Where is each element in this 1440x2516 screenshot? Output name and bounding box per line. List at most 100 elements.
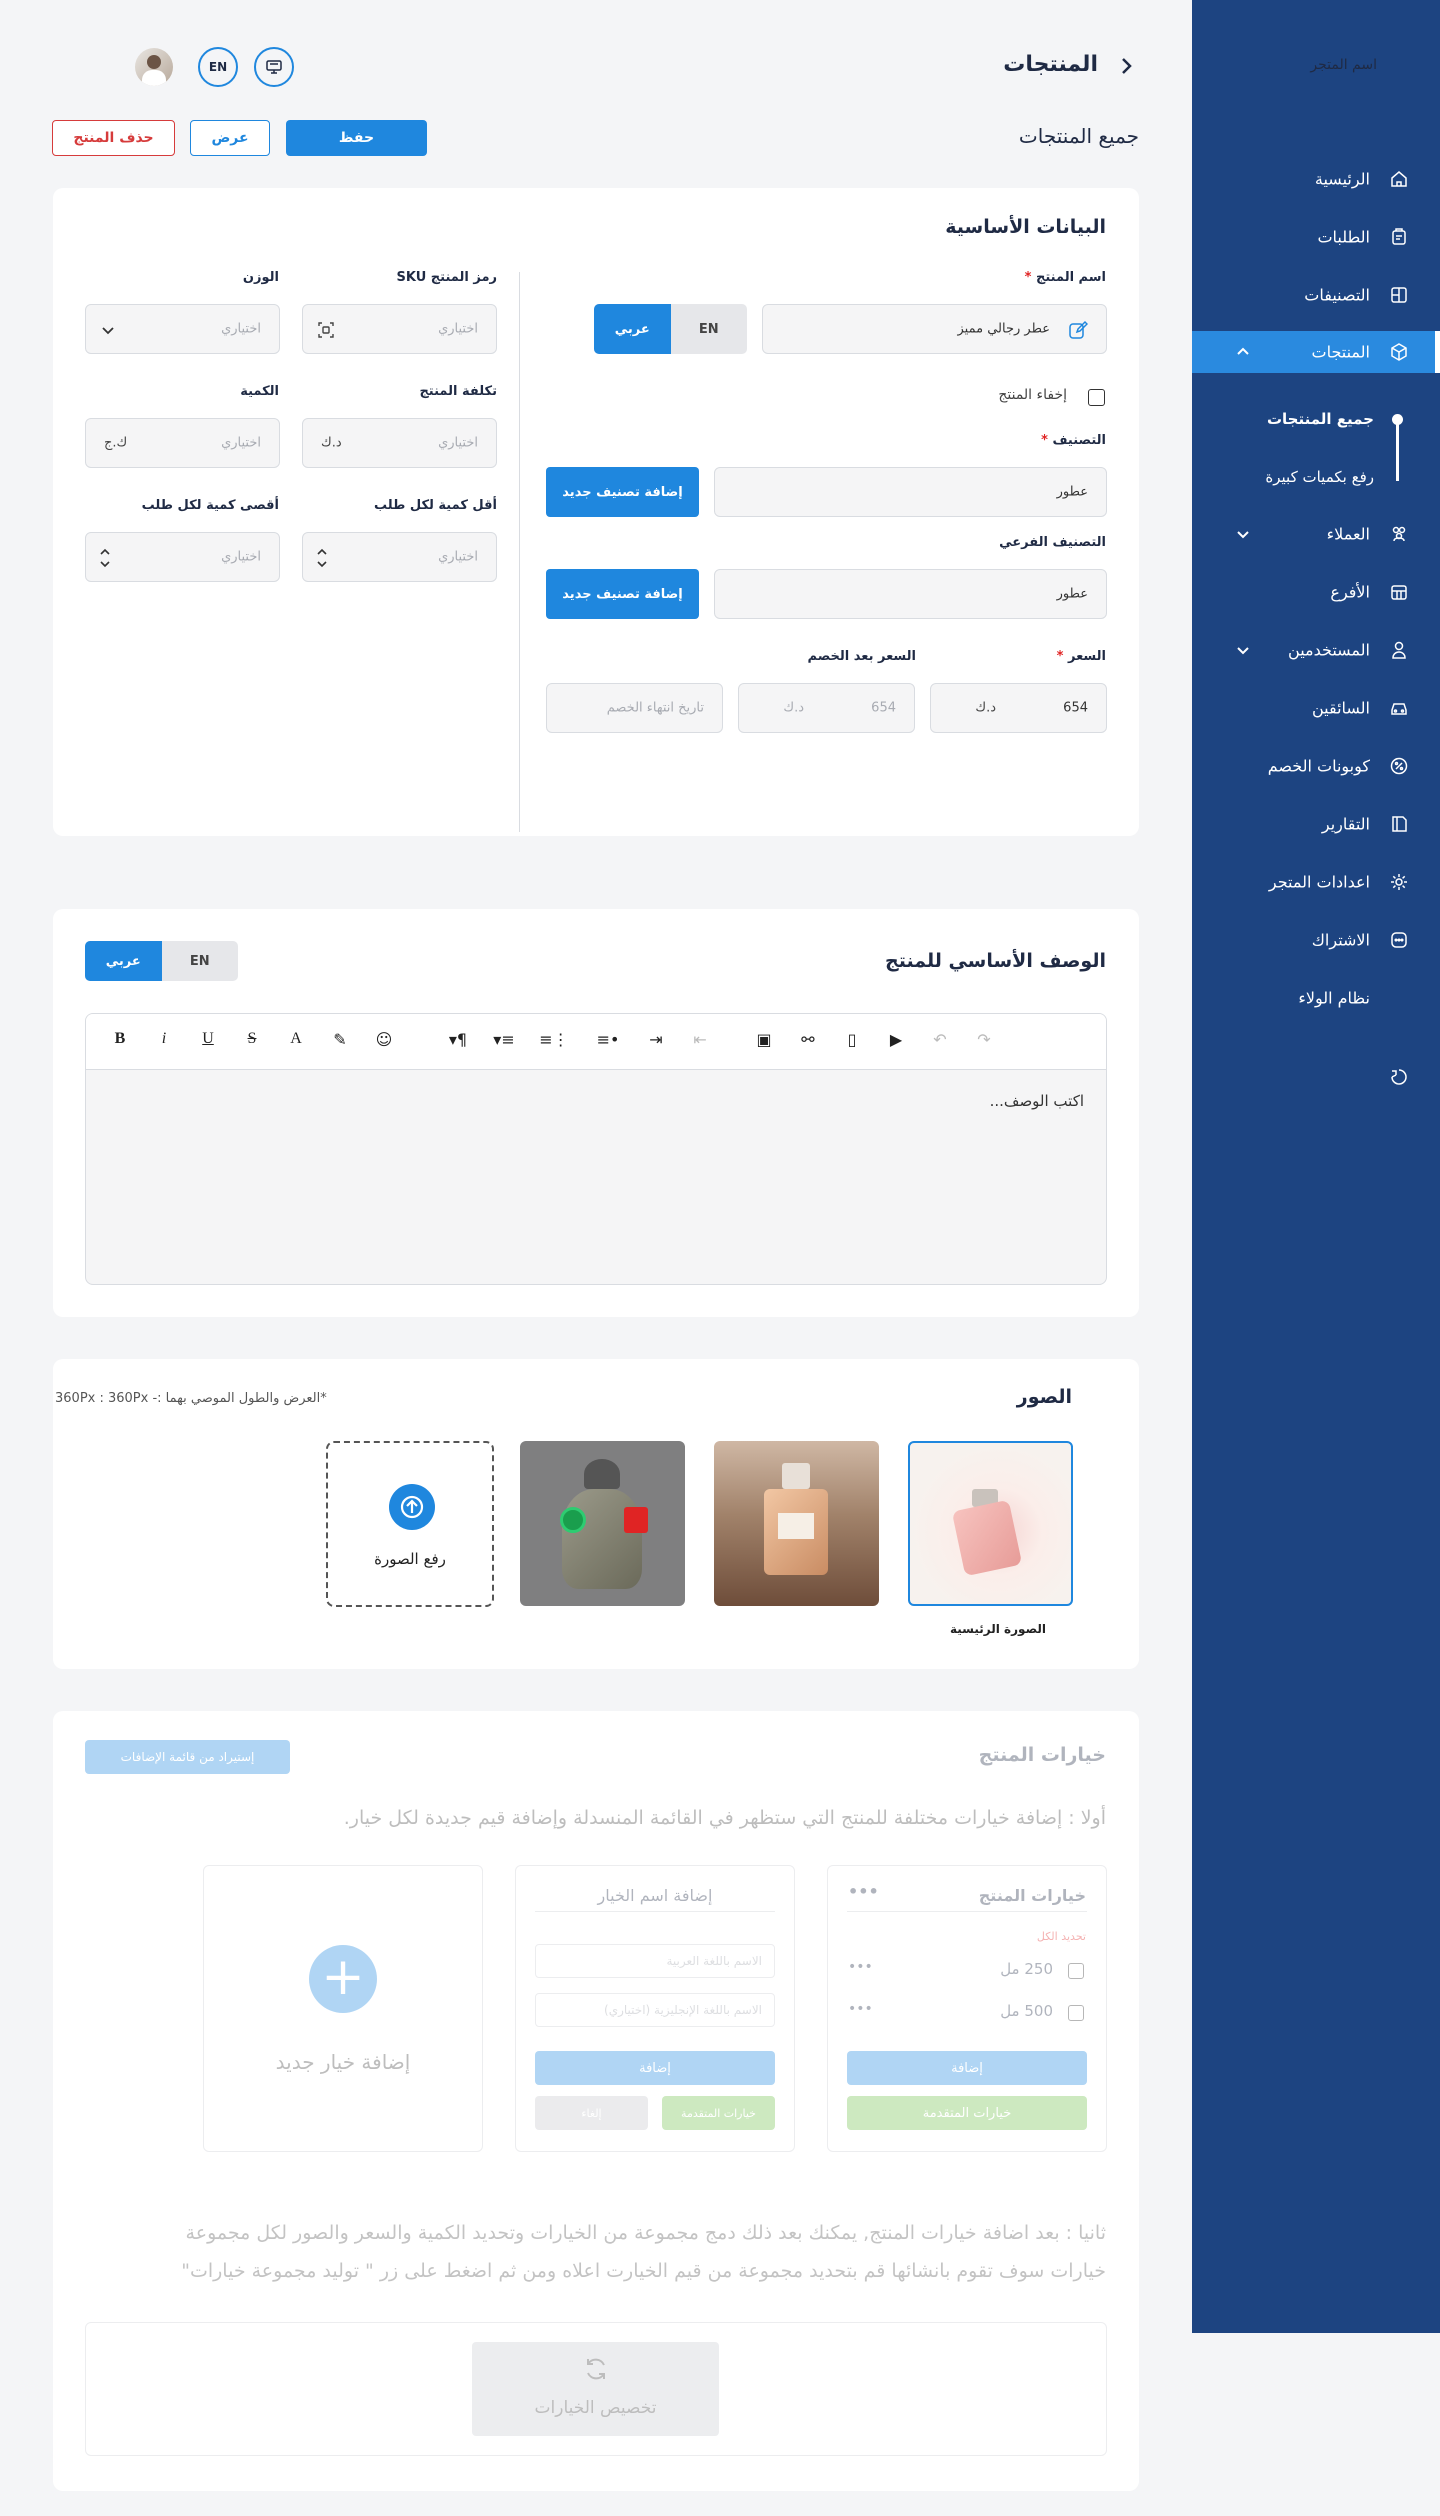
avatar[interactable]: [135, 48, 173, 86]
option-checkbox[interactable]: [1068, 1963, 1084, 1979]
sidebar-item-customers[interactable]: العملاء: [1192, 513, 1440, 555]
highlighter-icon[interactable]: ✎: [329, 1028, 351, 1050]
cancel-button[interactable]: إلغاء: [535, 2096, 648, 2130]
align-icon[interactable]: ≡▾: [489, 1028, 519, 1050]
subcategory-select[interactable]: عطور: [714, 569, 1107, 619]
hide-product-checkbox[interactable]: [1088, 389, 1105, 406]
bullet-list-icon[interactable]: •≡: [593, 1028, 623, 1050]
more-icon[interactable]: •••: [848, 1959, 873, 1975]
stepper-arrows-icon[interactable]: [98, 545, 112, 571]
italic-icon[interactable]: i: [153, 1028, 175, 1050]
options-step1-text: أولا : إضافة خيارات مختلفة للمنتج التي س…: [343, 1807, 1106, 1829]
chevron-up-icon[interactable]: [1234, 343, 1252, 361]
text-color-icon[interactable]: A: [285, 1028, 307, 1050]
option-name-ar-input[interactable]: الاسم باللغة العربية: [535, 1944, 775, 1978]
more-icon[interactable]: •••: [848, 2001, 873, 2017]
lang-en-tab[interactable]: EN: [162, 941, 239, 981]
lang-en-tab[interactable]: EN: [671, 304, 748, 354]
submenu-dot: [1392, 414, 1403, 425]
product-name-input[interactable]: عطر رجالي مميز: [762, 304, 1107, 354]
save-button[interactable]: حفظ: [286, 120, 427, 156]
sidebar-item-loyalty[interactable]: نظام الولاء: [1192, 977, 1440, 1019]
set-main-icon[interactable]: [560, 1507, 586, 1533]
sku-input[interactable]: اختياري: [302, 304, 497, 354]
sidebar-item-categories[interactable]: التصنيفات: [1192, 274, 1440, 316]
import-from-addons-button[interactable]: إستيراد من قائمة الإضافات: [85, 1740, 290, 1774]
stepper-arrows-icon[interactable]: [315, 545, 329, 571]
sidebar-item-branches[interactable]: الأفرع: [1192, 571, 1440, 613]
min-qty-stepper[interactable]: اختياري: [302, 532, 497, 582]
monitor-button[interactable]: [254, 47, 294, 87]
description-language-toggle[interactable]: EN عربي: [85, 941, 238, 981]
lang-ar-tab[interactable]: عربي: [85, 941, 162, 981]
video-icon[interactable]: ▶: [885, 1028, 907, 1050]
trash-icon[interactable]: [624, 1507, 648, 1533]
add-subcategory-button[interactable]: إضافة تصنيف جديد: [546, 569, 699, 619]
select-all-link[interactable]: تحديد الكل: [1037, 1930, 1086, 1943]
product-image-hover[interactable]: [520, 1441, 685, 1606]
option-divider: [847, 1911, 1087, 1912]
main-product-image[interactable]: [908, 1441, 1073, 1606]
delete-product-button[interactable]: حذف المنتج: [52, 120, 175, 156]
upload-label: رفع الصورة: [374, 1550, 446, 1568]
chevron-down-icon[interactable]: [1234, 641, 1252, 659]
discount-end-date-input[interactable]: تاريخ انتهاء الخصم: [546, 683, 723, 733]
sidebar-subitem-all-products[interactable]: جميع المنتجات: [1267, 410, 1374, 428]
sidebar-item-orders[interactable]: الطلبات: [1192, 216, 1440, 258]
car-icon: [1391, 703, 1407, 715]
max-qty-stepper[interactable]: اختياري: [85, 532, 280, 582]
cost-input[interactable]: اختياري د.ك: [302, 418, 497, 468]
indent-icon[interactable]: ⇥: [645, 1028, 667, 1050]
chevron-down-icon[interactable]: [1234, 525, 1252, 543]
product-image[interactable]: [714, 1441, 879, 1606]
undo-icon[interactable]: ↶: [929, 1028, 951, 1050]
sidebar-item-label: المنتجات: [1311, 342, 1371, 362]
price-input[interactable]: 654 د.ك: [930, 683, 1107, 733]
more-icon[interactable]: •••: [848, 1882, 879, 1901]
chevron-right-icon[interactable]: [1116, 56, 1136, 76]
option-name-en-input[interactable]: الاسم باللغة الإنجليزية (اختياري): [535, 1993, 775, 2027]
language-toggle[interactable]: EN: [198, 47, 238, 87]
strikethrough-icon[interactable]: S: [241, 1028, 263, 1050]
customize-options-button[interactable]: تخصيص الخيارات: [472, 2342, 719, 2436]
sidebar-item-store-settings[interactable]: اعدادات المتجر: [1192, 861, 1440, 903]
add-option-button[interactable]: إضافة: [847, 2051, 1087, 2085]
file-icon[interactable]: ▯: [841, 1028, 863, 1050]
discount-price-input[interactable]: 654 د.ك: [738, 683, 915, 733]
add-category-button[interactable]: إضافة تصنيف جديد: [546, 467, 699, 517]
upload-image-button[interactable]: رفع الصورة: [326, 1441, 494, 1607]
underline-icon[interactable]: U: [197, 1028, 219, 1050]
sidebar-subitem-bulk-upload[interactable]: رفع بكميات كبيرة: [1265, 468, 1374, 486]
sidebar-item-users[interactable]: المستخدمين: [1192, 629, 1440, 671]
lang-ar-tab[interactable]: عربي: [594, 304, 671, 354]
link-icon[interactable]: ⚯: [797, 1028, 819, 1050]
weight-select[interactable]: اختياري: [85, 304, 280, 354]
view-button[interactable]: عرض: [190, 120, 270, 156]
advanced-options-button[interactable]: خيارات المتقدمة: [662, 2096, 775, 2130]
sidebar-item-subscription[interactable]: الاشتراك: [1192, 919, 1440, 961]
rich-text-editor[interactable]: اكتب الوصف...: [85, 1013, 1107, 1285]
image-size-hint: *العرض والطول الموصي بهما :- 360Px : 360…: [55, 1391, 327, 1406]
quantity-input[interactable]: اختياري ك.ج: [85, 418, 280, 468]
ordered-list-icon[interactable]: ⋮≡: [539, 1028, 569, 1050]
option-card-title: خيارات المنتج: [978, 1886, 1086, 1905]
outdent-icon[interactable]: ⇤: [689, 1028, 711, 1050]
category-select[interactable]: عطور: [714, 467, 1107, 517]
store-name: اسم المتجر: [1310, 57, 1377, 73]
name-language-toggle[interactable]: EN عربي: [594, 304, 747, 354]
sidebar-item-home[interactable]: الرئيسية: [1192, 158, 1440, 200]
advanced-options-button[interactable]: خيارات المتقدمة: [847, 2096, 1087, 2130]
image-icon[interactable]: ▣: [753, 1028, 775, 1050]
sidebar-item-reports[interactable]: التقارير: [1192, 803, 1440, 845]
sidebar-item-drivers[interactable]: السائقين: [1192, 687, 1440, 729]
sidebar-item-label: الأفرع: [1330, 582, 1370, 602]
bold-icon[interactable]: B: [109, 1028, 131, 1050]
sidebar-item-products[interactable]: المنتجات: [1192, 331, 1440, 373]
option-checkbox[interactable]: [1068, 2005, 1084, 2021]
sidebar-item-coupons[interactable]: كوبونات الخصم: [1192, 745, 1440, 787]
paragraph-icon[interactable]: ¶▾: [443, 1028, 473, 1050]
emoji-icon[interactable]: ☺: [373, 1028, 395, 1050]
redo-icon[interactable]: ↷: [973, 1028, 995, 1050]
add-option-name-button[interactable]: إضافة: [535, 2051, 775, 2085]
sidebar-collapse[interactable]: [1192, 1056, 1440, 1098]
